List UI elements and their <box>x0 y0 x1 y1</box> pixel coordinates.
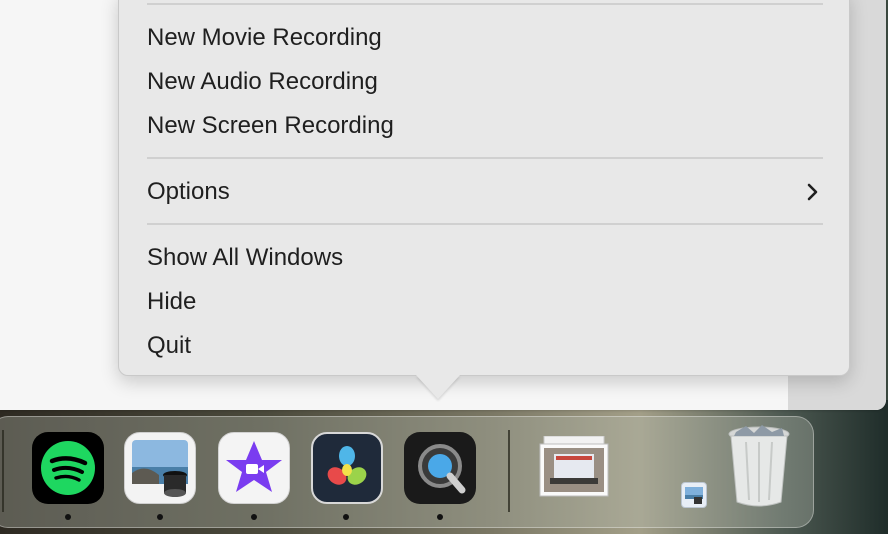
dock-context-menu: New Movie Recording New Audio Recording … <box>118 0 850 376</box>
minimized-window-icon[interactable] <box>681 482 707 508</box>
running-indicator <box>437 514 443 520</box>
menu-separator <box>147 3 823 5</box>
menu-item-label: Hide <box>147 288 197 315</box>
menu-item-label: New Movie Recording <box>147 24 382 51</box>
downloads-stack-icon[interactable] <box>538 435 610 498</box>
spotify-icon[interactable] <box>32 432 104 504</box>
chevron-right-icon <box>803 172 823 212</box>
dock-divider <box>2 430 4 512</box>
menu-item-quit[interactable]: Quit <box>147 326 823 366</box>
quicktime-icon[interactable] <box>404 432 476 504</box>
menu-item-label: Show All Windows <box>147 244 344 271</box>
menu-item-label: New Audio Recording <box>147 68 378 95</box>
menu-item-label: New Screen Recording <box>147 112 394 139</box>
trash-full-icon[interactable] <box>726 424 792 510</box>
menu-item-label: Options <box>147 178 230 205</box>
menu-item-options[interactable]: Options <box>147 172 823 212</box>
menu-item-hide[interactable]: Hide <box>147 282 823 322</box>
menu-item-label: Quit <box>147 332 192 359</box>
menu-item-show-all-windows[interactable]: Show All Windows <box>147 238 823 278</box>
preview-icon[interactable] <box>124 432 196 504</box>
running-indicator <box>251 514 257 520</box>
running-indicator <box>157 514 163 520</box>
menu-item-new-screen-recording[interactable]: New Screen Recording <box>147 106 823 146</box>
menu-pointer-arrow <box>416 375 460 399</box>
imovie-icon[interactable] <box>218 432 290 504</box>
davinci-resolve-icon[interactable] <box>311 432 383 504</box>
menu-separator <box>147 157 823 159</box>
menu-separator <box>147 223 823 225</box>
running-indicator <box>65 514 71 520</box>
menu-item-new-audio-recording[interactable]: New Audio Recording <box>147 62 823 102</box>
running-indicator <box>343 514 349 520</box>
dock-divider <box>508 430 510 512</box>
menu-item-new-movie-recording[interactable]: New Movie Recording <box>147 18 823 58</box>
